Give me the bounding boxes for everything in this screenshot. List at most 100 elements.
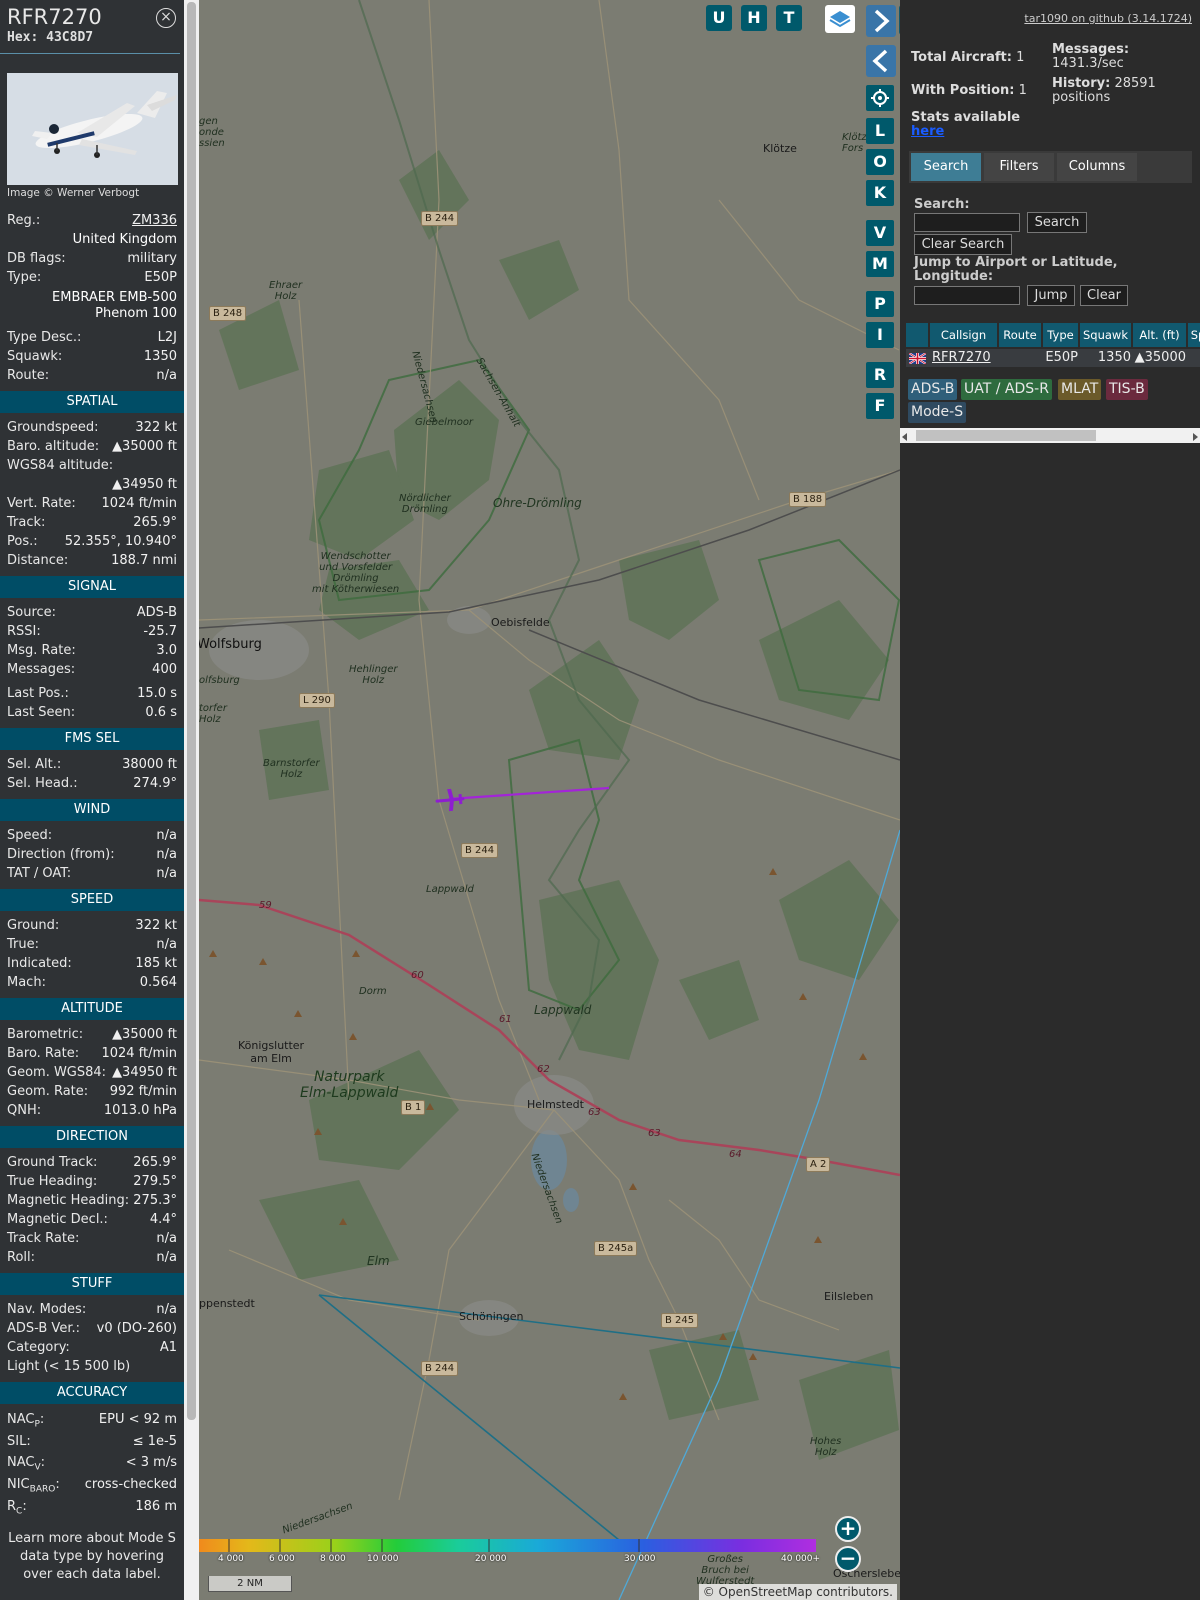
settings-button[interactable] (866, 85, 894, 111)
col-type[interactable]: Type (1043, 323, 1078, 347)
info-row: ▲34950 ft (0, 475, 184, 494)
info-row-label: Roll: (7, 1250, 36, 1265)
clear-search-button[interactable]: Clear Search (914, 234, 1012, 255)
layer-i-button[interactable]: I (866, 322, 894, 348)
type-name-2: Phenom 100 (95, 306, 177, 321)
github-link[interactable]: tar1090 on github (3.14.1724) (1024, 12, 1192, 25)
map-label-hehlinger: Hehlinger Holz (349, 664, 398, 686)
info-row-label: Baro. Rate: (7, 1046, 80, 1061)
info-row-label: Ground: (7, 918, 60, 933)
info-row-value: 1024 ft/min (101, 1046, 177, 1061)
info-row: Speed: n/a (0, 826, 184, 845)
map-attribution[interactable]: © OpenStreetMap contributors. (698, 1584, 897, 1600)
col-speed[interactable]: Sp (1188, 323, 1200, 347)
scroll-left-icon[interactable] (902, 433, 907, 441)
aircraft-marker-icon[interactable] (435, 787, 465, 813)
info-row-value: ADS-B (136, 605, 177, 620)
alt-legend-label: 8 000 (320, 1554, 346, 1564)
km-marker: 64 (729, 1149, 742, 1160)
info-row-label: Light (< 15 500 lb) (7, 1359, 131, 1374)
info-row: Track Rate: n/a (0, 1229, 184, 1248)
info-row-label: RSSI: (7, 624, 41, 639)
tab-search[interactable]: Search (911, 153, 981, 181)
road-l290: L 290 (299, 693, 335, 708)
map-label-klotze: Klötze (763, 142, 797, 155)
map-label-nordlicher: Nördlicher Drömling (399, 493, 451, 515)
layer-m-button[interactable]: M (866, 251, 894, 277)
info-row: True: n/a (0, 935, 184, 954)
layer-o-button[interactable]: O (866, 149, 894, 175)
info-row: Barometric: ▲35000 ft (0, 1025, 184, 1044)
toggle-u-button[interactable]: U (706, 5, 732, 31)
nacp-row: NACP: EPU < 92 m (7, 1412, 177, 1430)
info-row-label: Mach: (7, 975, 46, 990)
country: United Kingdom (72, 232, 177, 247)
collapse-sidebar-button[interactable] (866, 45, 896, 77)
map-label-helmstedt: Helmstedt (527, 1098, 584, 1111)
stats-link[interactable]: here (911, 124, 944, 139)
expand-sidebar-button[interactable] (866, 5, 896, 37)
tab-columns[interactable]: Columns (1057, 153, 1137, 181)
row-speed (1188, 349, 1200, 367)
info-panel-scrollbar-thumb[interactable] (187, 2, 196, 1420)
info-row: Baro. altitude: ▲35000 ft (0, 437, 184, 456)
layers-button[interactable] (825, 5, 855, 33)
hex-value: 43C8D7 (46, 30, 94, 45)
nic-row: NICBARO: cross-checked (7, 1477, 177, 1495)
section-signal: SIGNAL (0, 576, 184, 598)
info-row-value: 274.9° (133, 776, 177, 791)
tab-filters[interactable]: Filters (984, 153, 1054, 181)
info-row-value: 15.0 s (137, 686, 177, 701)
jump-button[interactable]: Jump (1027, 285, 1075, 306)
info-row: True Heading: 279.5° (0, 1172, 184, 1191)
toggle-t-button[interactable]: T (776, 5, 802, 31)
layer-r-button[interactable]: R (866, 362, 894, 388)
map-label-barnstorfer: Barnstorfer Holz (263, 758, 320, 780)
info-row: Messages: 400 (0, 660, 184, 679)
layer-v-button[interactable]: V (866, 220, 894, 246)
map-canvas[interactable]: Klötze Klötz Fors gen onde ssien Ehraer … (199, 0, 900, 1600)
source-badge-tisb: TIS-B (1106, 379, 1148, 400)
route-row: Route: n/a (7, 368, 177, 383)
search-button[interactable]: Search (1027, 212, 1087, 233)
map-label-giebelmoor: Giebelmoor (415, 417, 474, 428)
info-row-value: 275.3° (133, 1193, 177, 1208)
search-input[interactable] (914, 213, 1020, 232)
table-horizontal-scrollbar[interactable] (900, 428, 1200, 443)
aircraft-photo[interactable] (7, 73, 178, 185)
info-row-value: 322 kt (135, 420, 177, 435)
col-route[interactable]: Route (999, 323, 1041, 347)
zoom-in-button[interactable]: + (835, 1516, 861, 1542)
row-callsign[interactable]: RFR7270 (930, 349, 997, 367)
registration-link[interactable]: ZM336 (132, 211, 177, 230)
info-row: Pos.: 52.355°, 10.940° (0, 532, 184, 551)
scroll-thumb[interactable] (916, 430, 1096, 441)
info-row-label: Track Rate: (7, 1231, 80, 1246)
layer-p-button[interactable]: P (866, 291, 894, 317)
scroll-right-icon[interactable] (1193, 433, 1198, 441)
reg-row: Reg.: ZM336 (7, 211, 177, 230)
info-row-value: 400 (152, 662, 177, 677)
info-row: Light (< 15 500 lb) (0, 1357, 184, 1376)
layer-k-button[interactable]: K (866, 180, 894, 206)
close-icon[interactable]: × (156, 8, 176, 28)
info-row-value: 279.5° (133, 1174, 177, 1189)
total-aircraft: Total Aircraft: 1 (911, 50, 1025, 65)
info-row-label: Indicated: (7, 956, 72, 971)
map-label-elm: Elm (367, 1254, 390, 1268)
spatial-rows: Groundspeed: 322 kt Baro. altitude: ▲35000 … (0, 418, 184, 570)
col-callsign[interactable]: Callsign (930, 323, 997, 347)
layer-f-button[interactable]: F (866, 393, 894, 419)
col-flag[interactable] (906, 323, 928, 347)
gear-icon (871, 89, 889, 107)
jump-input[interactable] (914, 286, 1020, 305)
clear-button[interactable]: Clear (1080, 285, 1128, 306)
table-row[interactable]: RFR7270 E50P 1350 ▲35000 (906, 349, 1200, 367)
alt-legend-label: 6 000 (269, 1554, 295, 1564)
layer-l-button[interactable]: L (866, 118, 894, 144)
col-squawk[interactable]: Squawk (1080, 323, 1131, 347)
col-altitude[interactable]: Alt. (ft) (1133, 323, 1186, 347)
toggle-h-button[interactable]: H (741, 5, 767, 31)
zoom-out-button[interactable]: − (835, 1546, 861, 1572)
info-row: Last Seen: 0.6 s (0, 703, 184, 722)
